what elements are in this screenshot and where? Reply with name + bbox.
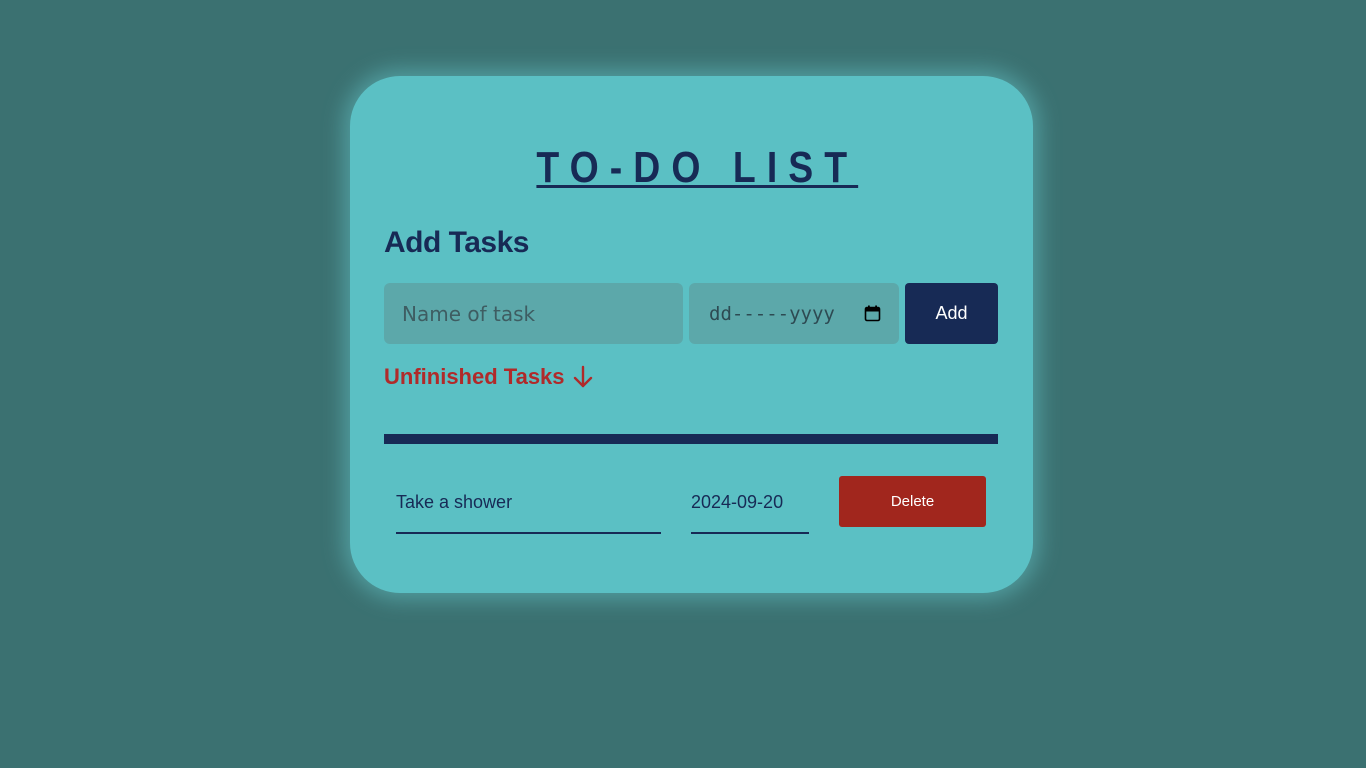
task-date: 2024-09-20 — [691, 476, 809, 534]
delete-task-button[interactable]: Delete — [839, 476, 986, 527]
arrow-down-icon — [573, 365, 592, 388]
task-name-input[interactable] — [384, 283, 683, 344]
task-row: Take a shower 2024-09-20 Delete — [384, 476, 998, 536]
task-name: Take a shower — [396, 476, 661, 534]
section-divider — [384, 434, 998, 444]
unfinished-tasks-label: Unfinished Tasks — [384, 364, 565, 389]
todo-card: TO-DO LIST Add Tasks dd-----yyyy Add Unf… — [350, 76, 1033, 593]
task-date-input[interactable]: dd-----yyyy — [689, 283, 899, 344]
unfinished-tasks-heading: Unfinished Tasks — [384, 364, 593, 390]
page-title-wrapper: TO-DO LIST — [350, 144, 1033, 192]
page-title: TO-DO LIST — [536, 143, 858, 192]
calendar-icon[interactable] — [864, 305, 881, 322]
add-task-button[interactable]: Add — [905, 283, 998, 344]
add-tasks-heading: Add Tasks — [384, 226, 530, 259]
date-placeholder: dd-----yyyy — [709, 302, 835, 325]
